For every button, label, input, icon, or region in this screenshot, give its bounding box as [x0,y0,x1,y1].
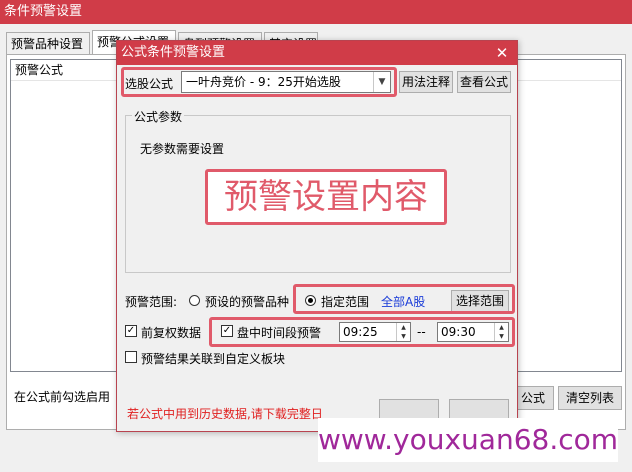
time-from-spinner[interactable]: 09:25 ▲ ▼ [339,322,411,342]
checkbox-fuquan[interactable]: ✓ [125,325,137,337]
enable-hint: 在公式前勾选启用 [14,390,111,404]
close-icon[interactable]: ✕ [493,44,511,62]
caret-down-icon[interactable]: ▼ [397,332,410,341]
view-formula-button[interactable]: 查看公式 [457,71,511,93]
time-to-spinner[interactable]: 09:30 ▲ ▼ [437,322,509,342]
window-title: 条件预警设置 [0,0,632,24]
radio-preset-label: 预设的预警品种 [205,295,290,309]
radio-specified-label: 指定范围 [321,295,370,309]
checkbox-link-block[interactable] [125,351,137,363]
time-to-value: 09:30 [441,325,476,339]
range-label: 预警范围: [125,295,178,309]
time-separator: -- [417,325,426,339]
caret-down-icon[interactable]: ▼ [495,332,508,341]
select-range-button[interactable]: 选择范围 [451,290,509,312]
formula-button[interactable]: 公式 [512,386,554,410]
time-from-value: 09:25 [343,325,378,339]
formula-select-value: 一叶舟竞价 - 9：25开始选股 [186,75,341,89]
usage-notes-button[interactable]: 用法注释 [399,71,453,93]
overlay-label: 预警设置内容 [205,169,447,225]
caret-up-icon[interactable]: ▲ [397,323,410,332]
checkbox-fuquan-label: 前复权数据 [141,326,202,340]
radio-specified[interactable] [305,295,316,306]
tab-species[interactable]: 预警品种设置 [6,32,90,54]
watermark: www.youxuan68.com [318,418,618,462]
checkbox-period-label: 盘中时间段预警 [237,326,322,340]
formula-condition-dialog: 公式条件预警设置 ✕ 选股公式 一叶舟竞价 - 9：25开始选股 ▼ 用法注释 … [116,40,518,432]
clear-list-button[interactable]: 清空列表 [558,386,622,410]
formula-select[interactable]: 一叶舟竞价 - 9：25开始选股 ▼ [181,71,391,93]
radio-preset[interactable] [189,295,200,306]
history-data-warning: 若公式中用到历史数据,请下载完整日 [127,407,323,421]
select-formula-label: 选股公式 [125,77,174,91]
checkbox-link-label: 预警结果关联到自定义板块 [141,352,286,366]
params-text: 无参数需要设置 [140,142,225,156]
params-group-title: 公式参数 [132,108,185,125]
chevron-down-icon[interactable]: ▼ [373,72,390,92]
caret-up-icon[interactable]: ▲ [495,323,508,332]
checkbox-period[interactable]: ✓ [221,325,233,337]
range-value: 全部A股 [381,295,426,309]
dialog-title: 公式条件预警设置 [117,41,517,65]
